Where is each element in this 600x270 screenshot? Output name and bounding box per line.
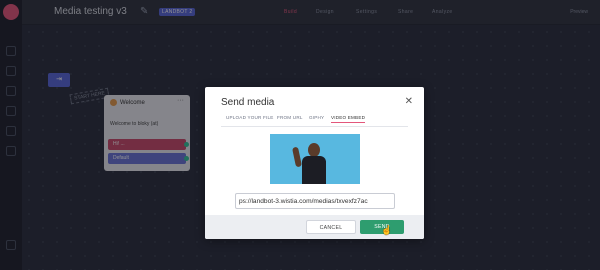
dialog-title: Send media: [221, 97, 275, 108]
tab-from-url[interactable]: FROM URL: [277, 115, 303, 120]
video-url-input[interactable]: [235, 193, 395, 209]
close-icon[interactable]: ✕: [405, 96, 413, 107]
tab-video-embed[interactable]: VIDEO EMBED: [331, 115, 366, 123]
tab-giphy[interactable]: GIPHY: [309, 115, 324, 120]
video-preview[interactable]: [270, 134, 360, 184]
cancel-button[interactable]: CANCEL: [306, 220, 356, 234]
tab-upload-file[interactable]: UPLOAD YOUR FILE: [226, 115, 274, 120]
send-media-dialog: Send media ✕ UPLOAD YOUR FILE FROM URL G…: [205, 87, 424, 239]
person-waving-image: [291, 143, 326, 184]
media-tabs: UPLOAD YOUR FILE FROM URL GIPHY VIDEO EM…: [221, 115, 408, 127]
dialog-footer: CANCEL SEND ☝: [205, 215, 424, 239]
hand-cursor-icon: ☝: [381, 225, 393, 235]
